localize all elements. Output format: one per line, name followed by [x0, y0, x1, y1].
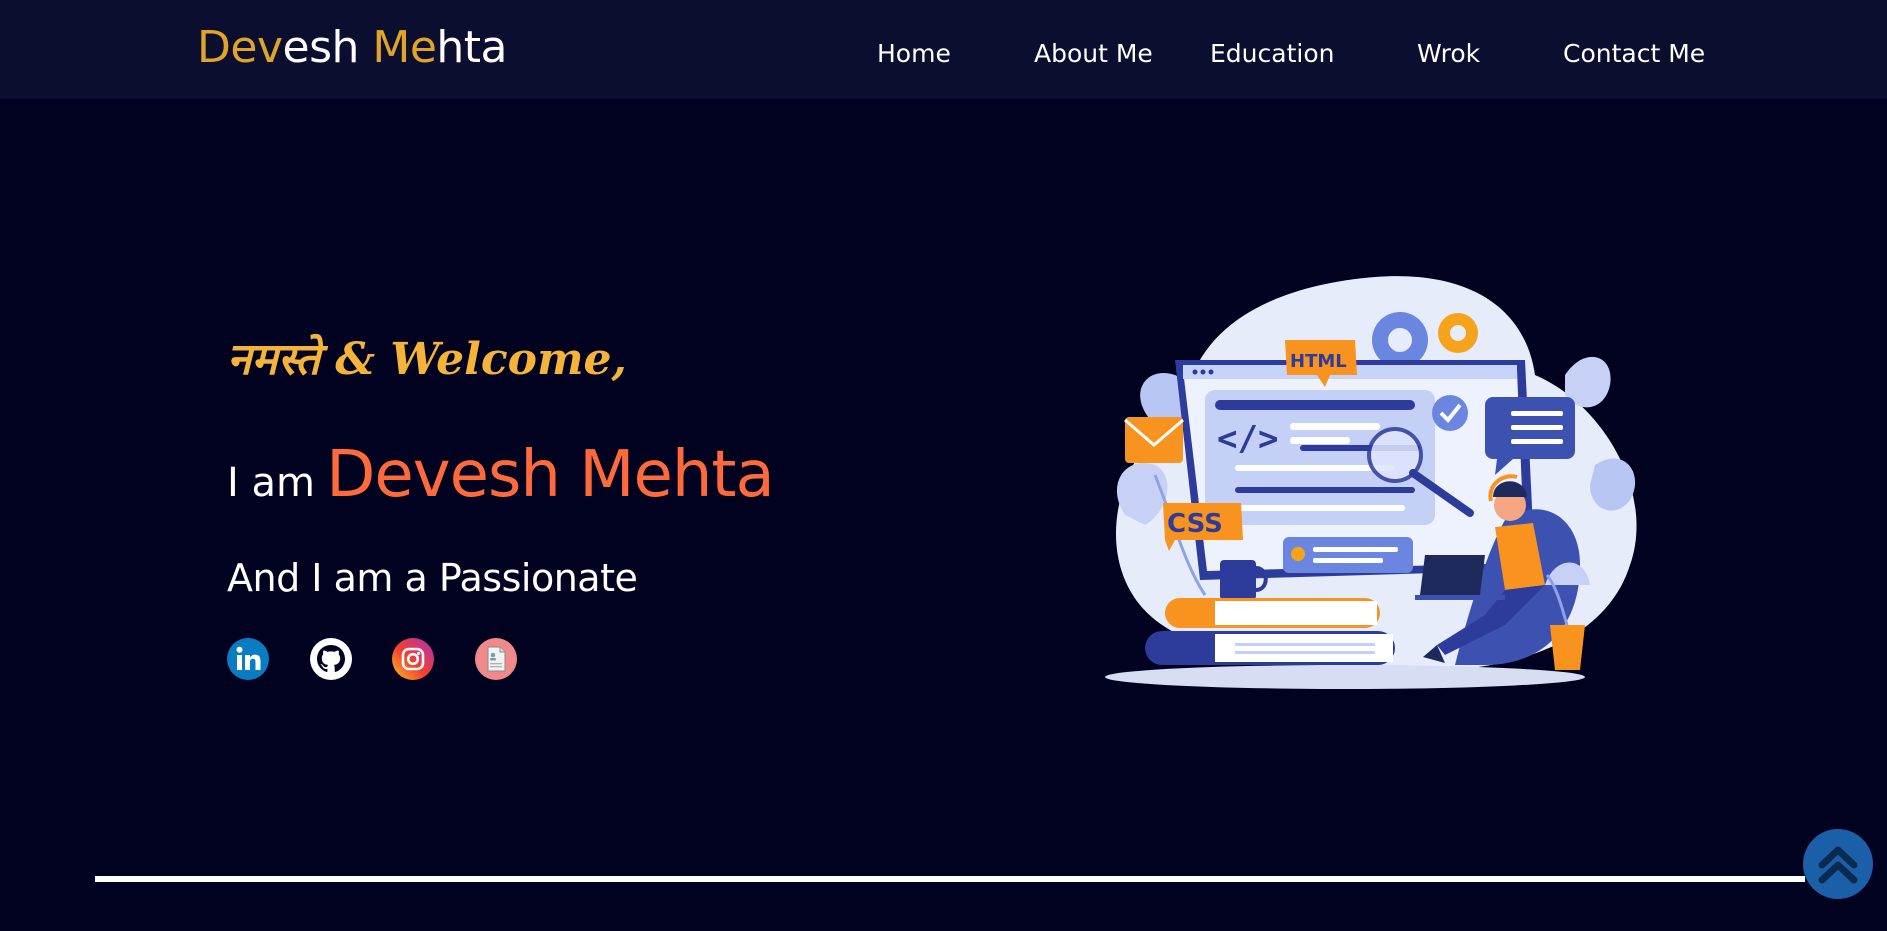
site-logo[interactable]: Devesh Mehta	[197, 18, 508, 78]
linkedin-icon	[227, 638, 269, 680]
resume-icon	[475, 638, 517, 680]
resume-link[interactable]	[475, 638, 517, 680]
svg-text:CSS: CSS	[1167, 509, 1223, 539]
hero-name: Devesh Mehta	[326, 438, 775, 512]
linkedin-link[interactable]	[227, 638, 269, 680]
svg-text:</>: </>	[1217, 419, 1278, 459]
logo-part-1: Dev	[197, 22, 283, 73]
page: Devesh Mehta Home About Me Education Wro…	[0, 0, 1887, 931]
social-links	[227, 638, 547, 682]
section-divider	[95, 876, 1805, 882]
intro-prefix: I am	[227, 460, 315, 506]
nav-link-contact-me[interactable]: Contact Me	[1563, 36, 1705, 72]
nav-link-work[interactable]: Wrok	[1417, 36, 1480, 72]
double-chevron-up-icon	[1818, 846, 1858, 884]
svg-text:HTML: HTML	[1290, 351, 1347, 372]
hero-tagline: And I am a Passionate	[227, 556, 638, 600]
github-link[interactable]	[310, 638, 352, 680]
logo-part-3: Me	[372, 22, 437, 73]
nav-link-home[interactable]: Home	[877, 36, 951, 72]
gear-icon	[1372, 312, 1428, 368]
scroll-to-top-button[interactable]	[1803, 829, 1873, 899]
instagram-icon	[392, 638, 434, 680]
welcome-greeting: नमस्ते & Welcome,	[227, 334, 627, 385]
navbar: Devesh Mehta Home About Me Education Wro…	[0, 0, 1887, 99]
logo-part-4: hta	[436, 22, 508, 73]
hero-illustration: </> HTML CSS	[1085, 265, 1645, 705]
nav-link-education[interactable]: Education	[1210, 36, 1334, 72]
nav-link-about-me[interactable]: About Me	[1034, 36, 1153, 72]
intro-line: I am Devesh Mehta	[227, 438, 775, 512]
instagram-link[interactable]	[392, 638, 434, 680]
logo-part-2: esh	[282, 22, 373, 73]
github-icon	[310, 638, 352, 680]
gear-icon-orange	[1438, 313, 1478, 353]
